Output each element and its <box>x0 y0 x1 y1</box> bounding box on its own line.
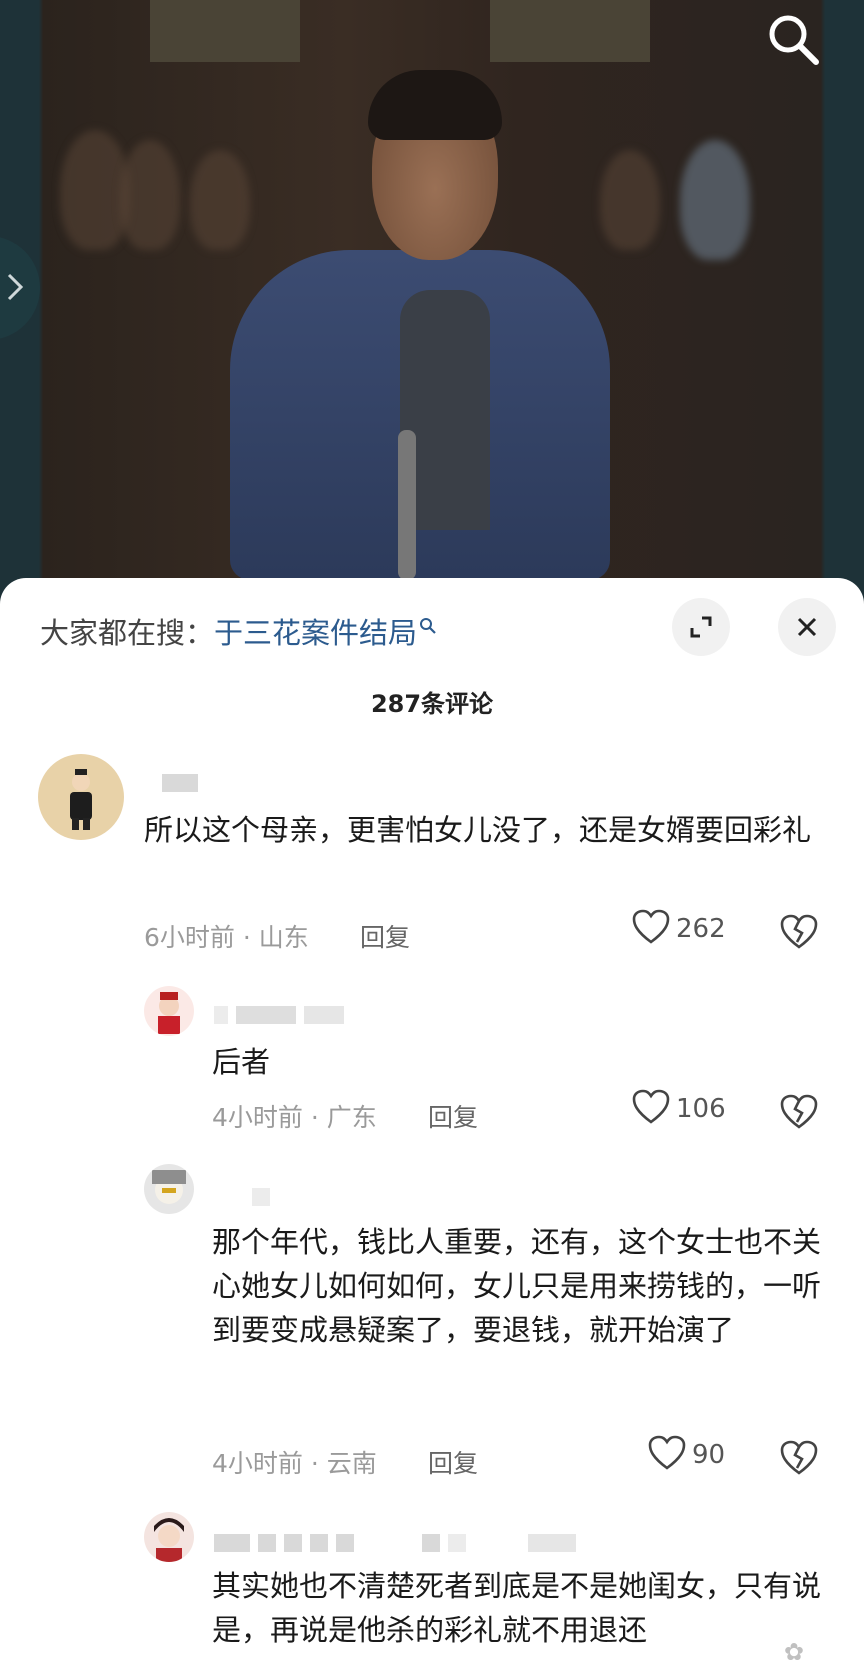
reply-button[interactable]: 回复 <box>428 1098 478 1134</box>
heart-icon <box>632 909 670 944</box>
like-count: 262 <box>676 914 726 944</box>
search-icon <box>419 608 437 642</box>
dislike-button[interactable] <box>780 1094 818 1134</box>
chevron-right-icon <box>7 273 24 301</box>
hot-search-label: 大家都在搜： <box>40 616 215 650</box>
broken-heart-icon <box>780 1440 818 1475</box>
close-icon <box>797 617 817 637</box>
hot-search-bar: 大家都在搜：于三花案件结局 <box>40 610 437 652</box>
avatar[interactable] <box>144 986 194 1036</box>
like-button[interactable]: 262 <box>632 909 726 945</box>
username-redacted[interactable] <box>214 1006 352 1026</box>
audience-figure <box>600 150 660 250</box>
avatar[interactable] <box>38 754 124 840</box>
comment-text: 所以这个母亲，更害怕女儿没了，还是女婿要回彩礼 <box>144 813 812 847</box>
comment-text: 其实她也不清楚死者到底是不是她闺女，只有说是，再说是他杀的彩礼就不用退还 <box>212 1569 822 1647</box>
heart-icon <box>632 1089 670 1124</box>
comment-count: 287条评论 <box>370 690 494 718</box>
username-redacted[interactable] <box>252 1188 278 1208</box>
like-button[interactable]: 90 <box>648 1435 726 1471</box>
audience-figure <box>120 140 180 250</box>
comment-text: 那个年代，钱比人重要，还有，这个女士也不关心她女儿如何如何，女儿只是用来捞钱的，… <box>212 1225 822 1347</box>
audience-figure <box>680 140 750 260</box>
broken-heart-icon <box>780 914 818 949</box>
reply-button[interactable]: 回复 <box>360 918 410 954</box>
heart-icon <box>648 1435 686 1470</box>
background-panel <box>150 0 300 62</box>
comment-meta: 4小时前 · 云南 <box>212 1449 377 1478</box>
like-count: 106 <box>676 1094 726 1124</box>
side-panel-toggle[interactable] <box>0 236 40 340</box>
close-button[interactable] <box>778 598 836 656</box>
expand-button[interactable] <box>672 598 730 656</box>
comment-text: 后者 <box>212 1045 271 1079</box>
comment-sheet: 大家都在搜：于三花案件结局 287条评论 所以这个母亲，更害怕女儿没了，还是女婿… <box>0 578 864 1670</box>
avatar[interactable] <box>144 1164 194 1214</box>
watermark: ✿ <box>783 1638 804 1666</box>
hot-search-keyword[interactable]: 于三花案件结局 <box>214 616 417 650</box>
audience-figure <box>190 150 250 250</box>
dislike-button[interactable] <box>780 1440 818 1480</box>
avatar[interactable] <box>144 1512 194 1562</box>
like-button[interactable]: 106 <box>632 1089 726 1125</box>
dislike-button[interactable] <box>780 914 818 954</box>
search-button[interactable] <box>766 12 822 68</box>
expand-icon <box>690 616 712 638</box>
person-hair <box>368 70 502 140</box>
reply-button[interactable]: 回复 <box>428 1444 478 1480</box>
video-player[interactable] <box>0 0 864 600</box>
username-redacted[interactable] <box>214 1534 584 1554</box>
microphone <box>398 430 416 580</box>
broken-heart-icon <box>780 1094 818 1129</box>
comment-meta: 6小时前 · 山东 <box>144 923 309 952</box>
background-panel <box>490 0 650 62</box>
username-redacted[interactable] <box>162 774 206 794</box>
comment-meta: 4小时前 · 广东 <box>212 1103 377 1132</box>
like-count: 90 <box>692 1440 726 1470</box>
search-icon <box>769 15 819 65</box>
